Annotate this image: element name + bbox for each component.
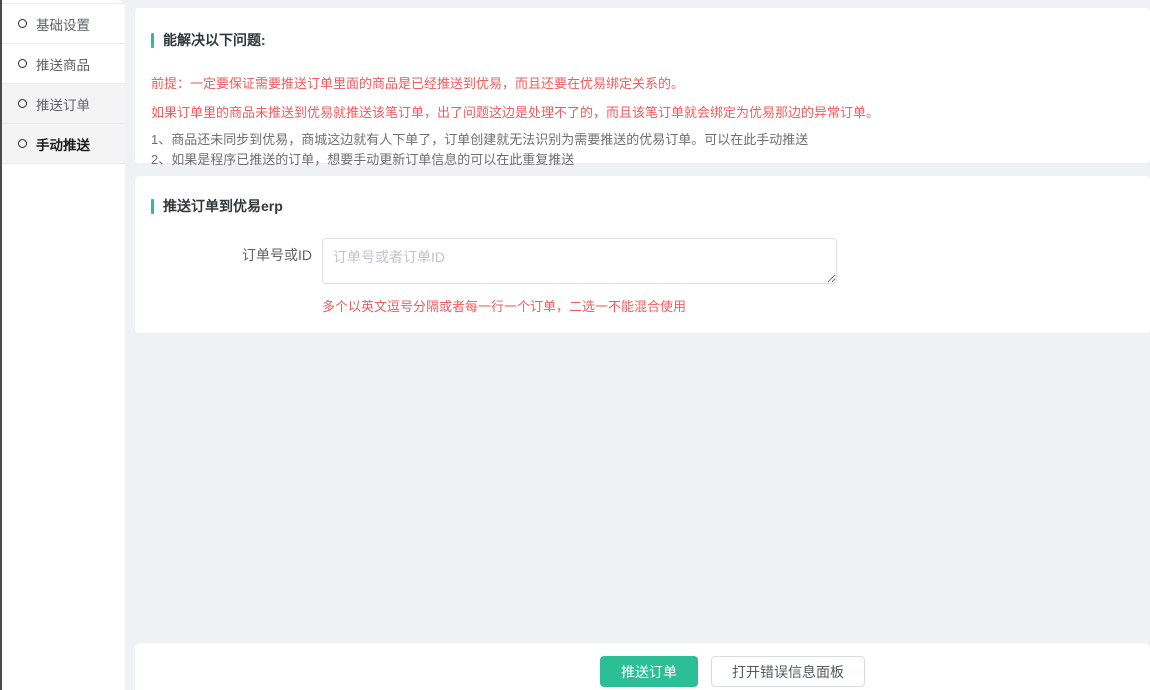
radio-circle-icon xyxy=(18,139,27,148)
sidebar-item-manual-push[interactable]: 手动推送 xyxy=(2,124,125,164)
sidebar-item-basic-settings[interactable]: 基础设置 xyxy=(2,4,125,44)
push-title-text: 推送订单到优易erp xyxy=(163,196,283,216)
note-item-2: 2、如果是程序已推送的订单，想要手动更新订单信息的可以在此重复推送 xyxy=(151,150,1130,170)
sidebar-item-push-products[interactable]: 推送商品 xyxy=(2,44,125,84)
sidebar-item-label: 推送商品 xyxy=(36,54,90,74)
problems-panel: 能解决以下问题: 前提：一定要保证需要推送订单里面的商品是已经推送到优易，而且还… xyxy=(135,8,1150,163)
radio-circle-icon xyxy=(18,99,27,108)
order-id-helper-text: 多个以英文逗号分隔或者每一行一个订单，二选一不能混合使用 xyxy=(322,296,1134,315)
radio-circle-icon xyxy=(18,59,27,68)
warning-text-consequence: 如果订单里的商品未推送到优易就推送该笔订单，出了问题这边是处理不了的，而且该笔订… xyxy=(151,104,1130,121)
section-accent-bar xyxy=(151,33,154,48)
radio-circle-icon xyxy=(18,19,27,28)
notes-list: 1、商品还未同步到优易，商城这边就有人下单了，订单创建就无法识别为需要推送的优易… xyxy=(151,130,1130,170)
sidebar-item-push-orders[interactable]: 推送订单 xyxy=(2,84,125,124)
problems-section-title: 能解决以下问题: xyxy=(151,30,1130,50)
main-content: 能解决以下问题: 前提：一定要保证需要推送订单里面的商品是已经推送到优易，而且还… xyxy=(135,0,1150,690)
order-id-form-row: 订单号或ID xyxy=(151,238,1134,284)
sidebar-item-label: 基础设置 xyxy=(36,14,90,34)
push-order-panel: 推送订单到优易erp 订单号或ID 多个以英文逗号分隔或者每一行一个订单，二选一… xyxy=(135,176,1150,333)
note-item-1: 1、商品还未同步到优易，商城这边就有人下单了，订单创建就无法识别为需要推送的优易… xyxy=(151,130,1130,150)
footer-action-bar: 推送订单 打开错误信息面板 xyxy=(135,643,1150,690)
sidebar: 基础设置 推送商品 推送订单 手动推送 xyxy=(0,0,125,690)
open-error-panel-button[interactable]: 打开错误信息面板 xyxy=(711,656,865,687)
order-id-label: 订单号或ID xyxy=(151,238,322,284)
sidebar-item-label: 推送订单 xyxy=(36,94,90,114)
push-section-title: 推送订单到优易erp xyxy=(151,196,1134,216)
sidebar-item-label: 手动推送 xyxy=(36,134,90,154)
footer-button-group: 推送订单 打开错误信息面板 xyxy=(600,656,865,687)
sidebar-nav: 基础设置 推送商品 推送订单 手动推送 xyxy=(2,3,125,164)
push-order-button[interactable]: 推送订单 xyxy=(600,656,698,687)
section-accent-bar xyxy=(151,199,154,214)
problems-title-text: 能解决以下问题: xyxy=(163,30,266,50)
order-id-textarea[interactable] xyxy=(322,238,837,284)
warning-text-premise: 前提：一定要保证需要推送订单里面的商品是已经推送到优易，而且还要在优易绑定关系的… xyxy=(151,75,1130,92)
